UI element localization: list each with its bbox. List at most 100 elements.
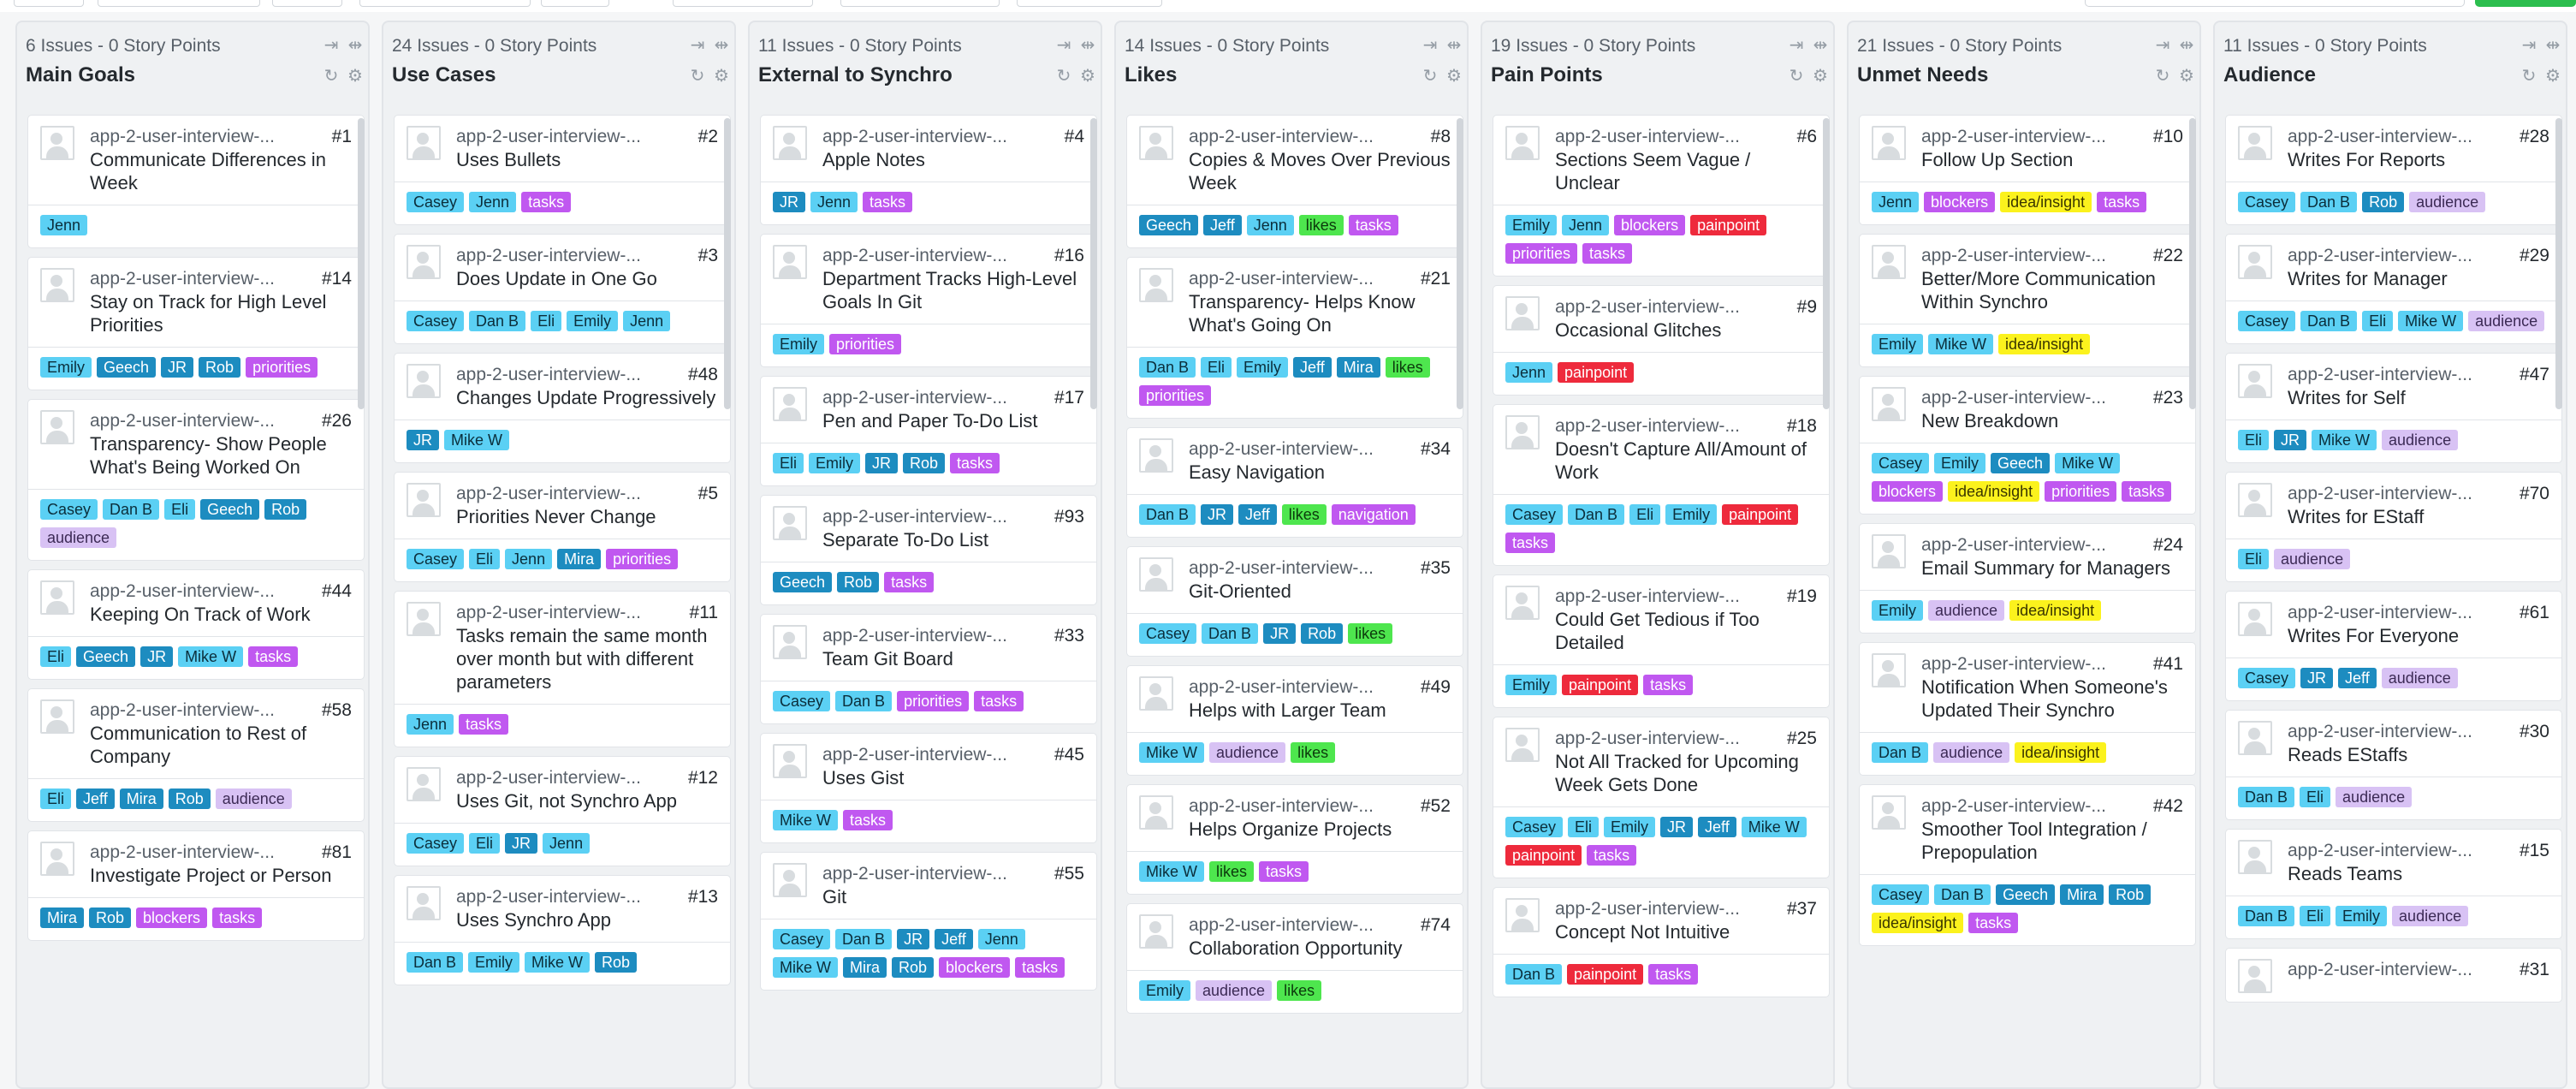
issue-number[interactable]: #5: [698, 483, 718, 505]
label-badge[interactable]: Mira: [843, 957, 887, 978]
issue-title[interactable]: Team Git Board: [822, 647, 1084, 670]
issue-number[interactable]: #23: [2153, 387, 2183, 409]
issue-card[interactable]: app-2-user-interview-... #21 Transparency-…: [1126, 257, 1463, 419]
label-badge[interactable]: Jeff: [1293, 357, 1332, 378]
label-badge[interactable]: Emily: [1872, 600, 1923, 621]
issue-number[interactable]: #9: [1797, 296, 1817, 318]
issue-number[interactable]: #41: [2153, 653, 2183, 675]
label-badge[interactable]: Dan B: [835, 691, 893, 711]
label-badge[interactable]: Casey: [1505, 504, 1564, 525]
issue-card[interactable]: app-2-user-interview-... #61 Writes For Ev…: [2225, 591, 2562, 701]
label-badge[interactable]: Eli: [469, 833, 501, 854]
issue-number[interactable]: #33: [1054, 625, 1084, 647]
issue-title[interactable]: Better/More Communication Within Synchro: [1921, 267, 2183, 313]
collapse-icon[interactable]: ⇹: [712, 34, 731, 56]
label-badge[interactable]: Geech: [773, 572, 833, 592]
label-badge[interactable]: tasks: [459, 714, 509, 735]
issue-title[interactable]: Writes For Reports: [2288, 148, 2549, 171]
issue-title[interactable]: Easy Navigation: [1189, 461, 1451, 484]
issue-number[interactable]: #29: [2520, 245, 2549, 267]
issue-number[interactable]: #4: [1065, 126, 1084, 148]
issue-card[interactable]: app-2-user-interview-... #29 Writes for Ma…: [2225, 234, 2562, 344]
repo-name[interactable]: app-2-user-interview-...: [456, 245, 658, 267]
issue-number[interactable]: #49: [1421, 676, 1451, 699]
label-badge[interactable]: audience: [2336, 787, 2413, 807]
automation-icon[interactable]: ↻: [688, 65, 707, 86]
label-badge[interactable]: Casey: [1872, 453, 1930, 473]
label-badge[interactable]: Casey: [407, 192, 465, 212]
repo-name[interactable]: app-2-user-interview-...: [456, 483, 658, 505]
label-badge[interactable]: blockers: [1614, 215, 1686, 235]
label-badge[interactable]: Emily: [1505, 675, 1557, 695]
label-badge[interactable]: Mira: [2060, 884, 2104, 905]
issue-title[interactable]: Apple Notes: [822, 148, 1084, 171]
avatar-icon[interactable]: [40, 699, 74, 734]
label-badge[interactable]: Jenn: [1505, 362, 1553, 383]
issue-title[interactable]: Collaboration Opportunity: [1189, 937, 1451, 960]
issue-card[interactable]: app-2-user-interview-... #8 Copies & Moves…: [1126, 115, 1463, 248]
issue-title[interactable]: Concept Not Intuitive: [1555, 920, 1817, 943]
repo-name[interactable]: app-2-user-interview-...: [1555, 126, 1757, 148]
issue-number[interactable]: #13: [688, 886, 718, 908]
avatar-icon[interactable]: [1139, 126, 1173, 160]
toolbar-button[interactable]: [840, 0, 1000, 7]
issue-title[interactable]: Pen and Paper To-Do List: [822, 409, 1084, 432]
issue-card[interactable]: app-2-user-interview-... #44 Keeping On Tr…: [27, 569, 365, 680]
collapse-icon[interactable]: ⇹: [1078, 34, 1097, 56]
automation-icon[interactable]: ↻: [322, 65, 341, 86]
label-badge[interactable]: audience: [1196, 980, 1273, 1001]
label-badge[interactable]: Casey: [407, 311, 465, 331]
label-badge[interactable]: Geech: [1139, 215, 1199, 235]
issue-number[interactable]: #47: [2520, 364, 2549, 386]
issue-card[interactable]: app-2-user-interview-... #48 Changes Updat…: [394, 353, 731, 463]
label-badge[interactable]: Geech: [1991, 453, 2051, 473]
issue-number[interactable]: #30: [2520, 721, 2549, 743]
label-badge[interactable]: Mira: [40, 908, 84, 928]
scrollbar[interactable]: [2555, 118, 2562, 409]
label-badge[interactable]: idea/insight: [2000, 192, 2092, 212]
avatar-icon[interactable]: [1139, 914, 1173, 949]
repo-name[interactable]: app-2-user-interview-...: [456, 364, 658, 386]
avatar-icon[interactable]: [1139, 795, 1173, 830]
label-badge[interactable]: JR: [865, 453, 899, 473]
repo-name[interactable]: app-2-user-interview-...: [1921, 795, 2123, 818]
label-badge[interactable]: Mike W: [2055, 453, 2121, 473]
label-badge[interactable]: Dan B: [1202, 623, 1259, 644]
label-badge[interactable]: tasks: [1968, 913, 2019, 933]
avatar-icon[interactable]: [1872, 653, 1906, 687]
label-badge[interactable]: Dan B: [1139, 357, 1196, 378]
label-badge[interactable]: Emily: [773, 334, 824, 354]
repo-name[interactable]: app-2-user-interview-...: [1921, 126, 2123, 148]
label-badge[interactable]: Mike W: [773, 957, 838, 978]
issue-card[interactable]: app-2-user-interview-... #4 Apple Notes JR J…: [760, 115, 1097, 225]
collapse-icon[interactable]: ⇹: [1445, 34, 1463, 56]
repo-name[interactable]: app-2-user-interview-...: [2288, 364, 2490, 386]
label-badge[interactable]: Dan B: [1505, 964, 1563, 985]
label-badge[interactable]: Eli: [1629, 504, 1661, 525]
label-badge[interactable]: Casey: [40, 499, 98, 520]
label-badge[interactable]: Dan B: [1934, 884, 1991, 905]
avatar-icon[interactable]: [1872, 795, 1906, 830]
repo-name[interactable]: app-2-user-interview-...: [456, 602, 658, 624]
expand-icon[interactable]: ⇥: [2520, 34, 2538, 56]
issue-card[interactable]: app-2-user-interview-... #6 Sections Seem …: [1493, 115, 1830, 277]
label-badge[interactable]: JR: [161, 357, 194, 378]
label-badge[interactable]: Mira: [557, 549, 602, 569]
issue-number[interactable]: #48: [688, 364, 718, 386]
label-badge[interactable]: audience: [40, 527, 117, 548]
label-badge[interactable]: Dan B: [2300, 192, 2358, 212]
label-badge[interactable]: Jenn: [40, 215, 88, 235]
issue-title[interactable]: Doesn't Capture All/Amount of Work: [1555, 437, 1817, 484]
label-badge[interactable]: painpoint: [1690, 215, 1767, 235]
issue-card[interactable]: app-2-user-interview-... #26 Transparency-…: [27, 399, 365, 561]
repo-name[interactable]: app-2-user-interview-...: [456, 886, 658, 908]
label-badge[interactable]: Eli: [2300, 787, 2331, 807]
label-badge[interactable]: Eli: [1201, 357, 1232, 378]
label-badge[interactable]: Jeff: [1698, 817, 1736, 837]
label-badge[interactable]: Mike W: [2398, 311, 2464, 331]
issue-card[interactable]: app-2-user-interview-... #34 Easy Navigati…: [1126, 427, 1463, 538]
label-badge[interactable]: tasks: [843, 810, 893, 830]
issue-card[interactable]: app-2-user-interview-... #47 Writes for Se…: [2225, 353, 2562, 463]
label-badge[interactable]: likes: [1291, 742, 1336, 763]
issue-title[interactable]: Helps with Larger Team: [1189, 699, 1451, 722]
